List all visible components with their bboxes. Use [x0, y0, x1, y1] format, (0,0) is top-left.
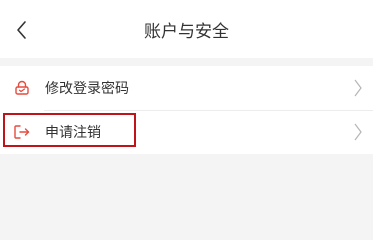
settings-list: 修改登录密码 申请注销 [0, 66, 373, 154]
back-button[interactable] [10, 18, 34, 42]
chevron-right-icon [351, 77, 365, 99]
change-password-label: 修改登录密码 [45, 81, 129, 97]
chevron-left-icon [17, 21, 26, 39]
change-password-item[interactable]: 修改登录密码 [0, 66, 373, 110]
chevron-right-icon [351, 121, 365, 143]
logout-icon [12, 122, 32, 142]
top-nav-bar: 账户与安全 [0, 0, 373, 58]
apply-cancellation-label: 申请注销 [45, 125, 101, 141]
apply-cancellation-item[interactable]: 申请注销 [0, 110, 373, 154]
lock-icon [12, 78, 32, 98]
page-title: 账户与安全 [144, 21, 229, 42]
